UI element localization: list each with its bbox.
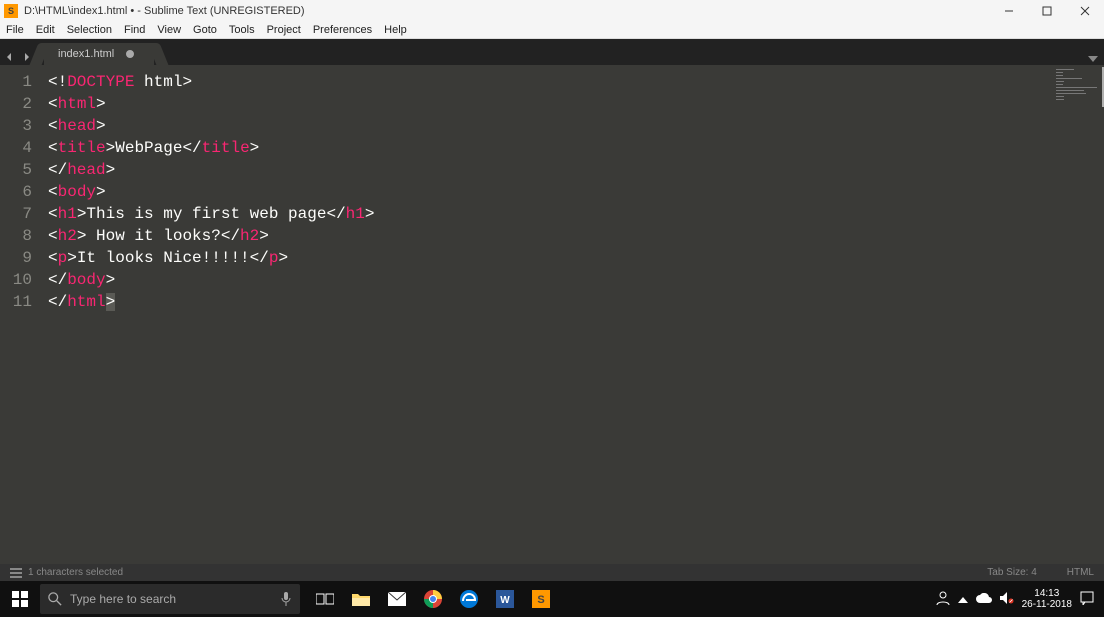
- clock-time: 14:13: [1022, 588, 1072, 599]
- menu-tools[interactable]: Tools: [229, 24, 255, 36]
- code-line[interactable]: <html>: [48, 93, 1104, 115]
- people-icon[interactable]: [936, 591, 950, 608]
- mic-icon[interactable]: [280, 591, 292, 607]
- tab-label: index1.html: [58, 48, 114, 60]
- menu-view[interactable]: View: [157, 24, 181, 36]
- code-line[interactable]: <title>WebPage</title>: [48, 137, 1104, 159]
- line-number: 11: [0, 291, 32, 313]
- search-icon: [48, 592, 62, 606]
- menu-selection[interactable]: Selection: [67, 24, 112, 36]
- line-number: 6: [0, 181, 32, 203]
- line-number: 10: [0, 269, 32, 291]
- line-number: 7: [0, 203, 32, 225]
- menu-find[interactable]: Find: [124, 24, 145, 36]
- action-center-icon[interactable]: [1080, 591, 1094, 608]
- menu-edit[interactable]: Edit: [36, 24, 55, 36]
- code-line[interactable]: <p>It looks Nice!!!!!</p>: [48, 247, 1104, 269]
- line-number: 9: [0, 247, 32, 269]
- edge-icon[interactable]: [456, 586, 482, 612]
- start-button[interactable]: [0, 581, 40, 617]
- onedrive-icon[interactable]: [976, 592, 992, 606]
- maximize-button[interactable]: [1028, 0, 1066, 21]
- volume-icon[interactable]: [1000, 592, 1014, 607]
- line-number: 4: [0, 137, 32, 159]
- search-placeholder: Type here to search: [70, 592, 176, 606]
- tray-expand-icon[interactable]: [958, 592, 968, 606]
- status-language[interactable]: HTML: [1067, 567, 1094, 578]
- code-line[interactable]: <body>: [48, 181, 1104, 203]
- code-line[interactable]: </html>: [48, 291, 1104, 313]
- menu-file[interactable]: File: [6, 24, 24, 36]
- status-tab-size[interactable]: Tab Size: 4: [987, 567, 1036, 578]
- code-area[interactable]: <!DOCTYPE html><html><head><title>WebPag…: [40, 65, 1104, 564]
- code-line[interactable]: </head>: [48, 159, 1104, 181]
- code-line[interactable]: <h2> How it looks?</h2>: [48, 225, 1104, 247]
- status-bar: 1 characters selected Tab Size: 4 HTML: [0, 564, 1104, 581]
- menu-preferences[interactable]: Preferences: [313, 24, 372, 36]
- minimize-button[interactable]: [990, 0, 1028, 21]
- minimap[interactable]: [1054, 65, 1104, 564]
- close-button[interactable]: [1066, 0, 1104, 21]
- window-controls: [990, 0, 1104, 21]
- word-icon[interactable]: W: [492, 586, 518, 612]
- code-line[interactable]: <head>: [48, 115, 1104, 137]
- menu-project[interactable]: Project: [267, 24, 301, 36]
- svg-text:S: S: [537, 594, 544, 606]
- line-number: 1: [0, 71, 32, 93]
- line-number: 2: [0, 93, 32, 115]
- clock-date: 26-11-2018: [1022, 599, 1072, 610]
- svg-text:W: W: [500, 595, 510, 606]
- tray-clock[interactable]: 14:13 26-11-2018: [1022, 588, 1072, 610]
- code-editor[interactable]: 1234567891011 <!DOCTYPE html><html><head…: [0, 65, 1104, 564]
- menu-help[interactable]: Help: [384, 24, 407, 36]
- nav-back-button[interactable]: [1, 49, 17, 65]
- taskbar-search-box[interactable]: Type here to search: [40, 584, 300, 614]
- title-bar: S D:\HTML\index1.html • - Sublime Text (…: [0, 0, 1104, 21]
- task-view-icon[interactable]: [312, 586, 338, 612]
- line-number: 8: [0, 225, 32, 247]
- mail-icon[interactable]: [384, 586, 410, 612]
- panel-switcher-icon[interactable]: [10, 568, 22, 578]
- tab-bar: index1.html: [0, 39, 1104, 65]
- app-icon: S: [4, 4, 18, 18]
- status-selection: 1 characters selected: [28, 567, 123, 578]
- sublime-taskbar-icon[interactable]: S: [528, 586, 554, 612]
- tab-dropdown-icon[interactable]: [1088, 51, 1098, 65]
- window-title: D:\HTML\index1.html • - Sublime Text (UN…: [24, 5, 305, 17]
- line-gutter: 1234567891011: [0, 65, 40, 564]
- file-tab[interactable]: index1.html: [44, 43, 154, 65]
- menu-goto[interactable]: Goto: [193, 24, 217, 36]
- code-line[interactable]: </body>: [48, 269, 1104, 291]
- code-line[interactable]: <!DOCTYPE html>: [48, 71, 1104, 93]
- tab-dirty-icon: [126, 50, 134, 58]
- code-line[interactable]: <h1>This is my first web page</h1>: [48, 203, 1104, 225]
- chrome-icon[interactable]: [420, 586, 446, 612]
- windows-taskbar: Type here to search W S 14:13 26-11-2018: [0, 581, 1104, 617]
- menu-bar: File Edit Selection Find View Goto Tools Projec…: [0, 21, 1104, 39]
- file-explorer-icon[interactable]: [348, 586, 374, 612]
- line-number: 3: [0, 115, 32, 137]
- line-number: 5: [0, 159, 32, 181]
